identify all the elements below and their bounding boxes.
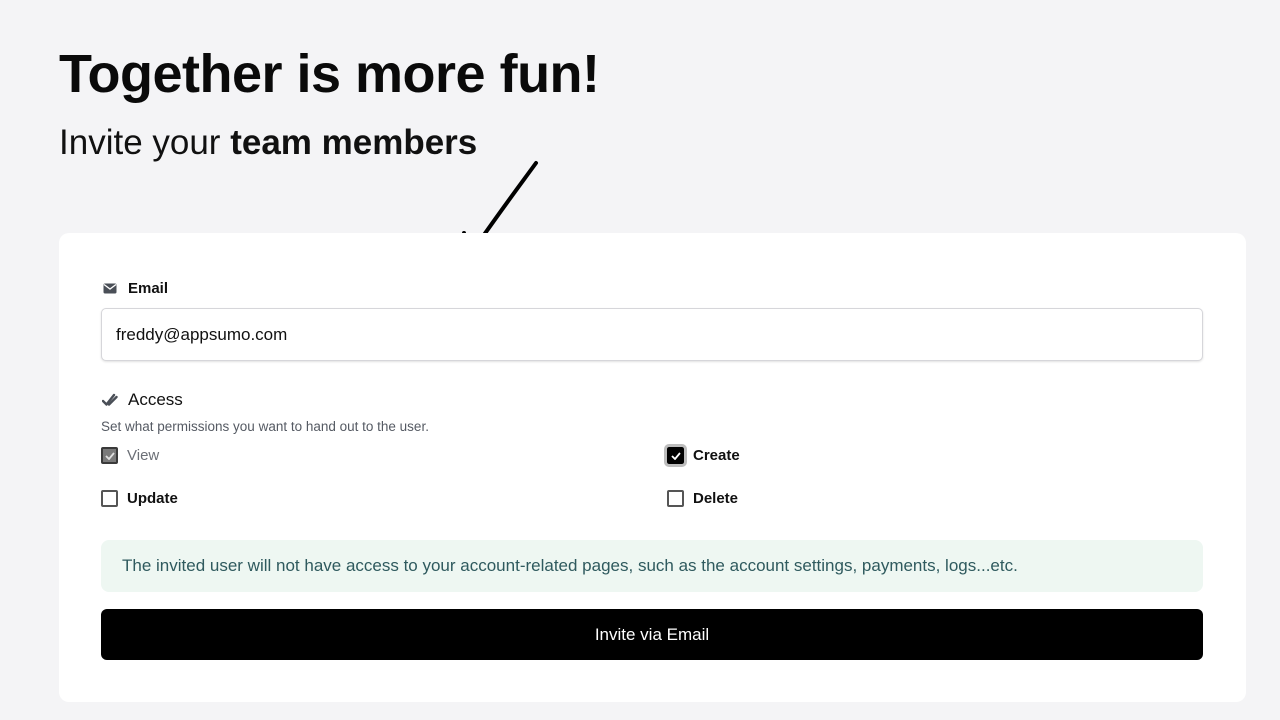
- checkbox-unchecked-icon[interactable]: [667, 490, 684, 507]
- permission-label: Delete: [693, 490, 739, 507]
- permission-view-checkbox: View: [101, 447, 159, 464]
- access-label: Access: [102, 390, 183, 410]
- subtitle-emphasis: team members: [230, 123, 478, 162]
- page-subtitle: Invite your team members: [59, 121, 477, 165]
- checkbox-unchecked-icon[interactable]: [101, 490, 118, 507]
- email-label: Email: [102, 280, 168, 297]
- access-label-text: Access: [128, 390, 183, 409]
- access-help-text: Set what permissions you want to hand ou…: [101, 419, 429, 434]
- invite-card: Email Access Set what permissions you wa…: [59, 233, 1246, 702]
- double-check-icon: [102, 392, 118, 408]
- invite-page: Together is more fun! Invite your team m…: [0, 0, 1280, 720]
- permission-delete-checkbox[interactable]: Delete: [667, 490, 738, 507]
- email-label-text: Email: [128, 280, 169, 297]
- checkbox-checked-disabled-icon: [101, 447, 118, 464]
- envelope-icon: [102, 281, 118, 297]
- permission-label: View: [127, 447, 160, 464]
- checkbox-checked-icon[interactable]: [664, 444, 687, 467]
- page-title: Together is more fun!: [59, 44, 600, 104]
- permission-create-checkbox[interactable]: Create: [664, 444, 740, 467]
- permission-label: Create: [693, 447, 740, 464]
- subtitle-prefix: Invite your: [59, 123, 231, 162]
- invite-via-email-button[interactable]: Invite via Email: [101, 609, 1203, 660]
- permission-label: Update: [127, 490, 178, 507]
- email-field[interactable]: [101, 308, 1203, 361]
- access-notice: The invited user will not have access to…: [101, 540, 1203, 592]
- permission-update-checkbox[interactable]: Update: [101, 490, 178, 507]
